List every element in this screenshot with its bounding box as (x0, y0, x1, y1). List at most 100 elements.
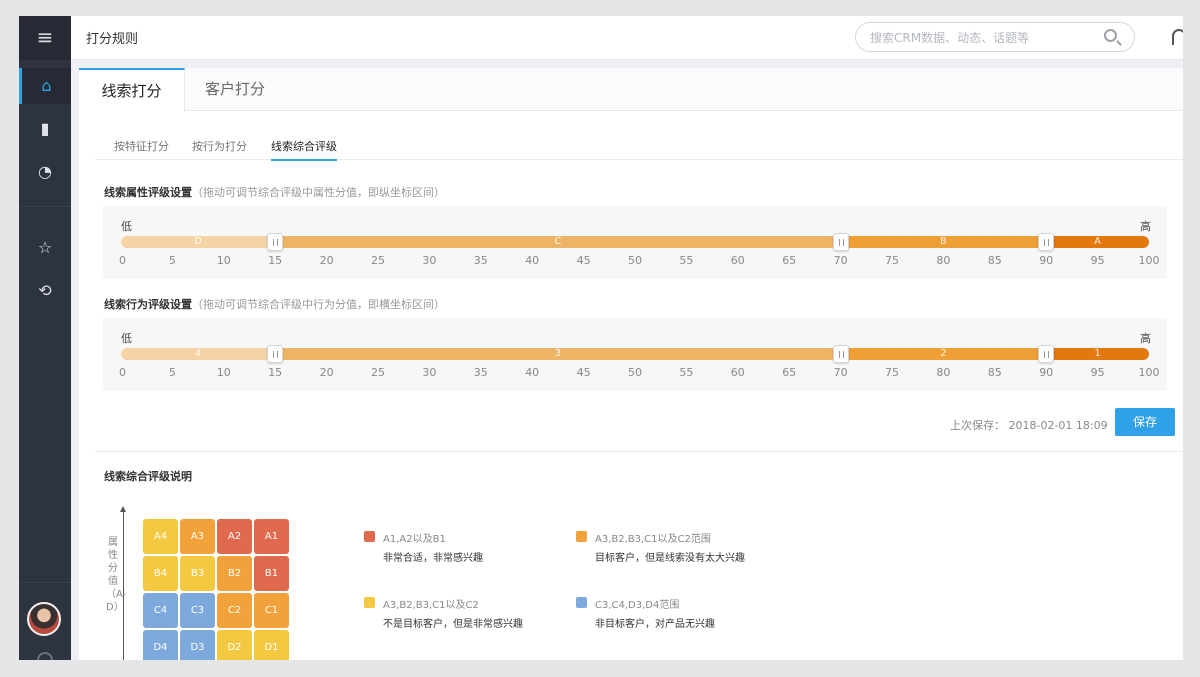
behavior-slider-handle[interactable] (1038, 345, 1055, 363)
matrix-cell: B3 (180, 556, 215, 591)
app-window: ≡ ⌂ ▮ ◔ ☆ ⟲ 打分规则 线索打分 客户打分 按特征打分 按行为打分 线… (19, 16, 1183, 660)
tick-label: 75 (885, 254, 899, 267)
behavior-section-title: 线索行为评级设置（拖动可调节综合评级中行为分值，即横坐标区间） (104, 296, 445, 312)
attr-slider-track[interactable]: DCBA (121, 233, 1149, 251)
tick-label: 5 (168, 254, 176, 267)
legend-range: A3,B2,B3,C1以及C2 (383, 600, 479, 611)
tick-label: 45 (576, 254, 591, 267)
tab-customer-scoring[interactable]: 客户打分 (185, 68, 285, 111)
tick-label: 85 (987, 366, 1002, 379)
last-saved-text: 上次保存： 2018-02-01 18:09 (950, 419, 1108, 432)
matrix-cell: C4 (143, 593, 178, 628)
behavior-hint: （拖动可调节综合评级中行为分值，即横坐标区间） (192, 298, 445, 311)
behavior-slider-box: 低 高 4321 0 5 10 15 20 25 30 35 40 45 50 55 60 65 70 75 8… (103, 318, 1167, 391)
settings-icon[interactable] (37, 652, 53, 660)
legend-range: A3,B2,B3,C1以及C2范围 (595, 534, 711, 545)
attr-slider-handle[interactable] (267, 233, 284, 251)
high-label: 高 (1140, 332, 1151, 345)
tick-label: 40 (525, 254, 540, 267)
legend-swatch (364, 597, 375, 608)
search-box[interactable] (855, 22, 1135, 52)
behavior-segment-1: 1 (1046, 348, 1149, 360)
matrix-cell: C1 (254, 593, 289, 628)
legend-range: C3,C4,D3,D4范围 (595, 600, 680, 611)
explain-title: 线索综合评级说明 (104, 470, 192, 483)
tick-label: 100 (1138, 366, 1160, 379)
tick-label: 50 (628, 366, 642, 379)
history-icon[interactable]: ⟲ (19, 273, 71, 309)
tick-label: 60 (730, 366, 745, 379)
attr-slider-handle[interactable] (1038, 233, 1055, 251)
save-row: 上次保存： 2018-02-01 18:09 保存 (79, 408, 1183, 438)
section-divider (95, 451, 1183, 452)
behavior-slider-handle[interactable] (267, 345, 284, 363)
legend-swatch (576, 597, 587, 608)
legend-item: A1,A2以及B1 非常合适，非常感兴趣 (364, 530, 564, 564)
tab-feature-scoring[interactable]: 按特征打分 (114, 138, 169, 154)
tick-label: 70 (833, 366, 848, 379)
tick-label: 90 (1039, 366, 1054, 379)
tick-label: 45 (576, 366, 591, 379)
avatar[interactable] (27, 602, 61, 636)
save-button[interactable]: 保存 (1115, 408, 1175, 436)
matrix-cell: C2 (217, 593, 252, 628)
attr-title: 线索属性评级设置 (104, 186, 192, 199)
matrix-cell: A2 (217, 519, 252, 554)
matrix-cell: D1 (254, 630, 289, 660)
attr-slider-box: 低 高 DCBA 0 5 10 15 20 25 30 35 40 45 50 55 60 65 70 75 8… (103, 206, 1167, 279)
matrix-cell: D4 (143, 630, 178, 660)
pie-chart-icon[interactable]: ◔ (19, 154, 71, 190)
tick-label: 40 (525, 366, 540, 379)
tick-label: 15 (268, 254, 283, 267)
bell-icon[interactable] (1172, 29, 1183, 45)
attr-hint: （拖动可调节综合评级中属性分值，即纵坐标区间） (192, 186, 445, 199)
behavior-slider-track[interactable]: 4321 (121, 345, 1149, 363)
bar-chart-icon[interactable]: ▮ (19, 111, 71, 147)
tick-label: 30 (422, 254, 437, 267)
legend-range: A1,A2以及B1 (383, 534, 446, 545)
tick-label: 70 (833, 254, 848, 267)
tick-label: 25 (371, 366, 385, 379)
sidebar-divider (19, 206, 71, 207)
tick-label: 0 (119, 366, 126, 379)
menu-icon[interactable]: ≡ (19, 16, 71, 60)
matrix-cell: B2 (217, 556, 252, 591)
tick-label: 50 (628, 254, 642, 267)
star-icon[interactable]: ☆ (19, 230, 71, 266)
tab-lead-rating[interactable]: 线索综合评级 (271, 138, 337, 161)
home-icon[interactable]: ⌂ (19, 68, 71, 104)
sidebar-divider (19, 582, 71, 583)
search-icon[interactable] (1104, 29, 1117, 42)
matrix-cell: A1 (254, 519, 289, 554)
matrix-cell: A3 (180, 519, 215, 554)
low-label: 低 (121, 332, 132, 345)
attr-slider-handle[interactable] (832, 233, 849, 251)
behavior-slider-handle[interactable] (832, 345, 849, 363)
tick-label: 65 (782, 254, 797, 267)
main-tabs: 线索打分 客户打分 (79, 68, 1183, 112)
tick-label: 60 (730, 254, 745, 267)
matrix-cell: C3 (180, 593, 215, 628)
legend-desc: 不是目标客户，但是非常感兴趣 (383, 619, 523, 630)
low-label: 低 (121, 220, 132, 233)
tick-label: 75 (885, 366, 899, 379)
attr-slider-ticks: 0 5 10 15 20 25 30 35 40 45 50 55 60 65 70 75 80 85 90 95 10… (119, 254, 1160, 268)
tab-lead-scoring[interactable]: 线索打分 (79, 68, 185, 112)
legend-desc: 非目标客户，对产品无兴趣 (595, 619, 715, 630)
sidebar: ≡ ⌂ ▮ ◔ ☆ ⟲ (19, 16, 71, 660)
tick-label: 10 (216, 366, 231, 379)
tick-label: 25 (371, 254, 385, 267)
tick-label: 20 (319, 366, 334, 379)
tab-behavior-scoring[interactable]: 按行为打分 (192, 138, 247, 154)
matrix-cell: A4 (143, 519, 178, 554)
tick-label: 55 (679, 254, 694, 267)
legend-swatch (364, 531, 375, 542)
matrix-cell: B1 (254, 556, 289, 591)
matrix-cell: D3 (180, 630, 215, 660)
content-area: 线索打分 客户打分 按特征打分 按行为打分 线索综合评级 线索属性评级设置（拖动… (71, 60, 1183, 660)
tick-label: 15 (268, 366, 283, 379)
sub-tabs: 按特征打分 按行为打分 线索综合评级 (95, 130, 1183, 161)
tick-label: 65 (782, 366, 797, 379)
search-input[interactable] (870, 29, 1090, 46)
legend-item: A3,B2,B3,C1以及C2范围 目标客户，但是线索没有太大兴趣 (576, 530, 836, 564)
